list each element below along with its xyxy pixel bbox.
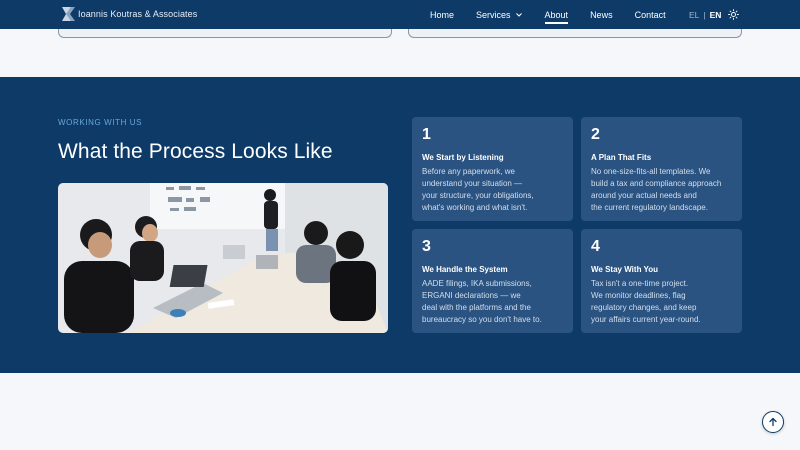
step-card-4: 4 We Stay With You Tax isn't a one-time … [581, 229, 742, 333]
lang-separator: | [703, 9, 706, 20]
team-meeting-photo [58, 183, 388, 333]
step-card-3: 3 We Handle the System AADE filings, IKA… [412, 229, 573, 333]
lang-en[interactable]: EN [710, 10, 722, 20]
section-heading: What the Process Looks Like [58, 140, 333, 163]
scroll-to-top-button[interactable] [762, 411, 784, 433]
section-eyebrow: WORKING WITH US [58, 118, 143, 127]
step-card-2: 2 A Plan That Fits No one-size-fits-all … [581, 117, 742, 221]
step-description: No one-size-fits-all templates. We build … [591, 167, 722, 212]
nav-home[interactable]: Home [430, 10, 454, 20]
step-description: AADE filings, IKA submissions, ERGANI dec… [422, 279, 542, 324]
step-title: We Handle the System [422, 265, 508, 274]
process-section: WORKING WITH US What the Process Looks L… [0, 77, 800, 373]
nav-contact[interactable]: Contact [635, 10, 666, 20]
nav-news[interactable]: News [590, 10, 613, 20]
chevron-down-icon [515, 12, 522, 17]
brand-name: Ioannis Koutras & Associates [78, 9, 198, 19]
step-description: Tax isn't a one-time project. We monitor … [591, 279, 701, 324]
next-section [0, 373, 800, 450]
step-title: We Stay With You [591, 265, 659, 274]
sun-icon[interactable] [728, 9, 739, 20]
nav-services[interactable]: Services [476, 10, 523, 20]
logo-icon [59, 5, 77, 23]
step-number: 3 [422, 238, 431, 255]
step-number: 1 [422, 126, 431, 143]
navbar: Ioannis Koutras & Associates Home Servic… [0, 0, 800, 29]
step-title: A Plan That Fits [591, 153, 652, 162]
language-switcher: EL | EN [689, 0, 721, 29]
nav-links: Home Services About News Contact [430, 0, 688, 29]
lang-el[interactable]: EL [689, 10, 699, 20]
step-number: 4 [591, 238, 600, 255]
brand[interactable]: Ioannis Koutras & Associates [59, 5, 197, 23]
arrow-up-icon [769, 417, 777, 427]
step-description: Before any paperwork, we understand your … [422, 167, 534, 212]
step-number: 2 [591, 126, 600, 143]
step-title: We Start by Listening [422, 153, 504, 162]
nav-about[interactable]: About [544, 10, 568, 24]
step-card-1: 1 We Start by Listening Before any paper… [412, 117, 573, 221]
nav-services-label: Services [476, 9, 511, 20]
